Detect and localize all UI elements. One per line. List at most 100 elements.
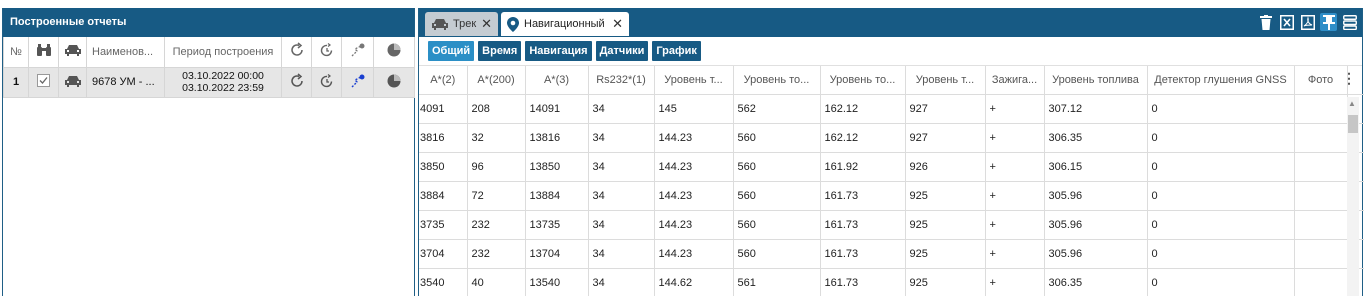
table-cell: 13735 [525,210,589,240]
column-header[interactable]: Уровень т... [654,66,734,95]
table-cell: + [985,123,1045,153]
table-cell: 3850 [419,152,468,182]
scroll-up-arrow-icon[interactable]: ▲ [1348,99,1356,108]
column-header[interactable]: A*(3) [525,66,589,95]
table-cell: 306.15 [1044,152,1148,182]
report-tabbar: Трек ✕ Навигационный ✕ [419,8,1362,37]
section-button-sensors[interactable]: Датчики [595,41,649,61]
table-row[interactable]: 3735 232 13735 34 144.23 560 161.73 925 +305.96 0 [419,210,1364,240]
binoculars-icon[interactable] [28,37,59,68]
table-cell: 13704 [525,239,589,269]
car-icon[interactable] [58,37,87,68]
column-header[interactable]: Уровень то... [733,66,821,95]
report-toolbar [1257,13,1358,31]
trash-icon[interactable] [1257,13,1274,31]
table-cell: 162.12 [820,123,906,153]
table-cell [1294,94,1348,124]
close-icon[interactable]: ✕ [481,16,492,32]
table-cell: 161.73 [820,181,906,211]
pin-icon[interactable] [1320,13,1337,31]
section-button-time[interactable]: Время [478,41,522,61]
table-cell [1294,239,1348,269]
table-scrollbar[interactable]: ▲ [1347,97,1359,296]
column-header[interactable]: Детектор глушения GNSS [1147,66,1295,95]
tab-track[interactable]: Трек ✕ [425,12,498,36]
scrollbar-thumb[interactable] [1348,115,1358,133]
table-cell: 3704 [419,239,468,269]
table-row[interactable]: 3884 72 13884 34 144.23 560 161.73 925 +305.96 0 [419,181,1364,211]
table-cell: 927 [905,94,986,124]
column-header[interactable]: A*(200) [467,66,526,95]
table-row[interactable]: 3704 232 13704 34 144.23 560 161.73 925 +305.96 0 [419,239,1364,269]
table-cell [1294,152,1348,182]
timer-icon[interactable] [311,37,342,68]
tab-track-label: Трек [453,18,477,30]
column-header[interactable]: Rs232*(1) [588,66,655,95]
built-reports-title: Построенные отчеты [3,8,414,37]
table-cell: 34 [588,181,655,211]
section-button-chart[interactable]: График [652,41,701,61]
table-cell: 3816 [419,123,468,153]
table-cell: 927 [905,123,986,153]
section-button-general[interactable]: Общий [428,41,475,61]
col-header-name[interactable]: Наименов... [86,37,165,68]
table-cell: 34 [588,239,655,269]
report-row-checkbox[interactable] [28,67,59,98]
column-header[interactable]: A*(2) [419,66,468,95]
pie-chart-icon[interactable] [373,67,415,98]
table-cell: + [985,181,1045,211]
tab-navigation-label: Навигационный [524,18,605,30]
table-row[interactable]: 3816 32 13816 34 144.23 560 162.12 927 +306.35 0 [419,123,1364,153]
excel-icon[interactable] [1278,13,1295,31]
table-cell: 162.12 [820,94,906,124]
close-icon[interactable]: ✕ [612,16,623,32]
table-cell: 925 [905,268,986,296]
column-header[interactable]: Фото [1294,66,1348,95]
table-cell: 0 [1147,239,1295,269]
table-cell: 0 [1147,94,1295,124]
table-cell: 305.96 [1044,181,1148,211]
col-header-period[interactable]: Период построения [164,37,282,68]
pie-chart-icon[interactable] [373,37,415,68]
table-cell [1294,181,1348,211]
table-cell: 305.96 [1044,210,1148,240]
report-row[interactable]: 1 9678 УМ - ... 03.10.2022 00:00 03.10.2… [3,67,415,98]
table-cell: 0 [1147,210,1295,240]
route-icon[interactable] [341,37,374,68]
tab-navigation[interactable]: Навигационный ✕ [501,12,629,36]
pdf-icon[interactable] [1299,13,1316,31]
column-header[interactable]: Уровень т... [905,66,986,95]
table-row[interactable]: 3850 96 13850 34 144.23 560 161.92 926 +306.15 0 [419,152,1364,182]
layout-icon[interactable] [1341,13,1358,31]
table-cell: 144.23 [654,181,734,211]
table-cell [1294,268,1348,296]
table-cell: 34 [588,268,655,296]
table-row[interactable]: 4091 208 14091 34 145 562 162.12 927 +307.12 0 [419,94,1364,124]
table-cell: 0 [1147,181,1295,211]
table-row[interactable]: 3540 40 13540 34 144.62 561 161.73 925 +306.35 0 [419,268,1364,296]
timer-icon[interactable] [311,67,342,98]
table-cell: 4091 [419,94,468,124]
table-cell: 3735 [419,210,468,240]
rebuild-icon[interactable] [281,67,312,98]
table-cell [1294,210,1348,240]
table-cell: 161.73 [820,239,906,269]
route-icon[interactable] [341,67,374,98]
report-row-name: 9678 УМ - ... [86,67,165,98]
table-cell: 3884 [419,181,468,211]
table-cell: 161.92 [820,152,906,182]
report-viewer-panel: Трек ✕ Навигационный ✕ Общий Время Навиг… [418,8,1364,296]
table-cell: 305.96 [1044,239,1148,269]
car-icon [58,67,87,98]
column-menu-icon[interactable]: ⋮ [1342,71,1356,85]
table-cell: 145 [654,94,734,124]
column-header[interactable]: Зажига... [985,66,1045,95]
section-button-navigation[interactable]: Навигация [525,41,592,61]
table-cell: 13884 [525,181,589,211]
column-header[interactable]: Уровень то... [820,66,906,95]
table-cell: 34 [588,94,655,124]
table-cell: 40 [467,268,526,296]
table-cell: 144.23 [654,152,734,182]
rebuild-icon[interactable] [281,37,312,68]
column-header[interactable]: Уровень топлива [1044,66,1148,95]
